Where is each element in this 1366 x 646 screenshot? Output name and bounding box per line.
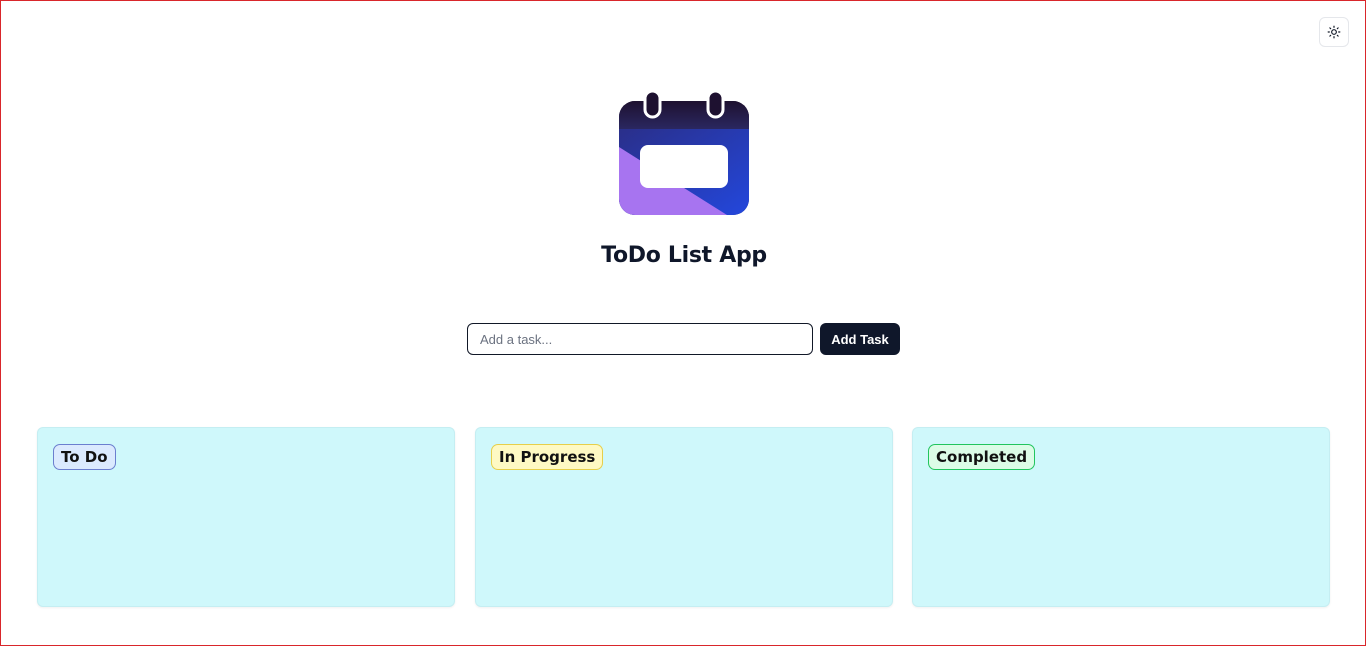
- column-in-progress[interactable]: In Progress: [475, 427, 893, 607]
- column-badge-in-progress: In Progress: [491, 444, 604, 470]
- column-badge-todo: To Do: [53, 444, 116, 470]
- column-badge-completed: Completed: [928, 444, 1036, 470]
- sun-icon: [1327, 25, 1341, 39]
- task-input[interactable]: [467, 323, 813, 355]
- column-completed[interactable]: Completed: [912, 427, 1330, 607]
- page-title: ToDo List App: [601, 243, 767, 268]
- calendar-icon: [619, 89, 749, 215]
- column-todo[interactable]: To Do: [37, 427, 455, 607]
- app-window: ToDo List App Add Task To Do In Progress…: [0, 0, 1366, 646]
- add-task-button[interactable]: Add Task: [820, 323, 900, 355]
- theme-toggle-button[interactable]: [1319, 17, 1349, 47]
